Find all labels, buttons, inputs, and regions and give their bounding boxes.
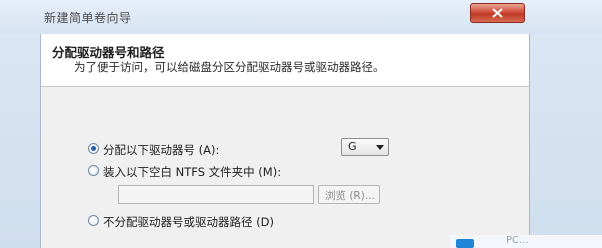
watermark: PC...	[450, 235, 602, 248]
watermark-logo	[456, 239, 474, 248]
chevron-down-icon	[376, 145, 384, 150]
drive-letter-select[interactable]: G	[341, 138, 389, 156]
assign-letter-label[interactable]: 分配以下驱动器号 (A):	[103, 142, 219, 158]
assign-letter-radio[interactable]	[88, 143, 99, 154]
close-button[interactable]	[470, 3, 525, 23]
mount-folder-radio[interactable]	[88, 165, 99, 176]
folder-path-input[interactable]	[118, 185, 314, 204]
window-title: 新建简单卷向导	[44, 11, 132, 25]
no-assign-label[interactable]: 不分配驱动器号或驱动器路径 (D)	[103, 214, 274, 230]
page-description: 为了便于访问，可以给磁盘分区分配驱动器号或驱动器路径。	[74, 60, 385, 74]
title-bar[interactable]: 新建简单卷向导	[0, 0, 602, 34]
wizard-window: 新建简单卷向导 分配驱动器号和路径 为了便于访问，可以给磁盘分区分配驱动器号或驱…	[0, 0, 602, 248]
wizard-page: 分配驱动器号和路径 为了便于访问，可以给磁盘分区分配驱动器号或驱动器路径。 分配…	[40, 34, 530, 248]
no-assign-radio[interactable]	[88, 215, 99, 226]
browse-button[interactable]: 浏览 (R)...	[318, 185, 380, 204]
wizard-header: 分配驱动器号和路径 为了便于访问，可以给磁盘分区分配驱动器号或驱动器路径。	[41, 34, 529, 87]
watermark-text: PC...	[506, 235, 529, 246]
close-icon	[492, 8, 503, 18]
drive-letter-value: G	[348, 140, 357, 153]
mount-folder-label[interactable]: 装入以下空白 NTFS 文件夹中 (M):	[103, 164, 281, 180]
browse-button-label: 浏览 (R)...	[325, 190, 375, 202]
